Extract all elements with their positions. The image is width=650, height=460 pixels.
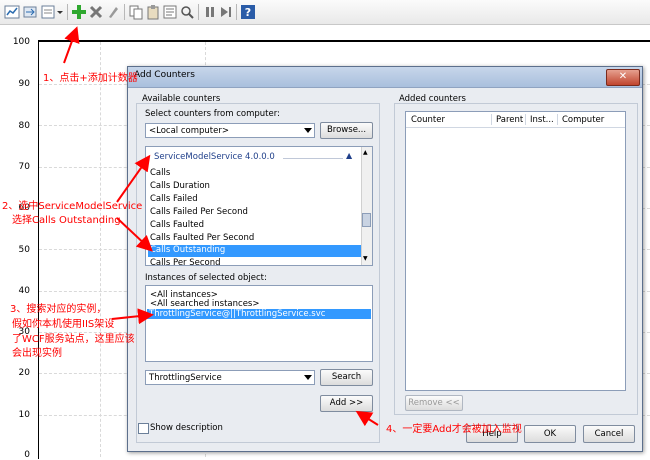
annotation-step3-line2: 假如你本机使用IIS架设 xyxy=(12,319,115,330)
annotation-arrow xyxy=(116,217,153,252)
annotation-step3-line3: 了WCF服务站点，这里应该 xyxy=(12,334,135,345)
annotation-step3-line1: 3、搜索对应的实例， xyxy=(10,304,107,315)
annotation-step2-line1: 2、选中ServiceModelService xyxy=(2,201,143,212)
annotation-arrow xyxy=(116,154,151,203)
annotation-step3-line4: 会出现实例 xyxy=(12,348,62,359)
annotation-step4: 4、一定要Add才会被加入监视 xyxy=(386,424,522,435)
annotation-arrow xyxy=(355,410,379,427)
annotation-arrows xyxy=(63,26,379,427)
annotation-step1: 1、点击+添加计数器 xyxy=(43,73,138,84)
annotation-arrow xyxy=(63,26,80,64)
annotation-step2-line2: 选择Calls Outstanding xyxy=(12,215,121,226)
annotation-arrow xyxy=(111,308,154,325)
